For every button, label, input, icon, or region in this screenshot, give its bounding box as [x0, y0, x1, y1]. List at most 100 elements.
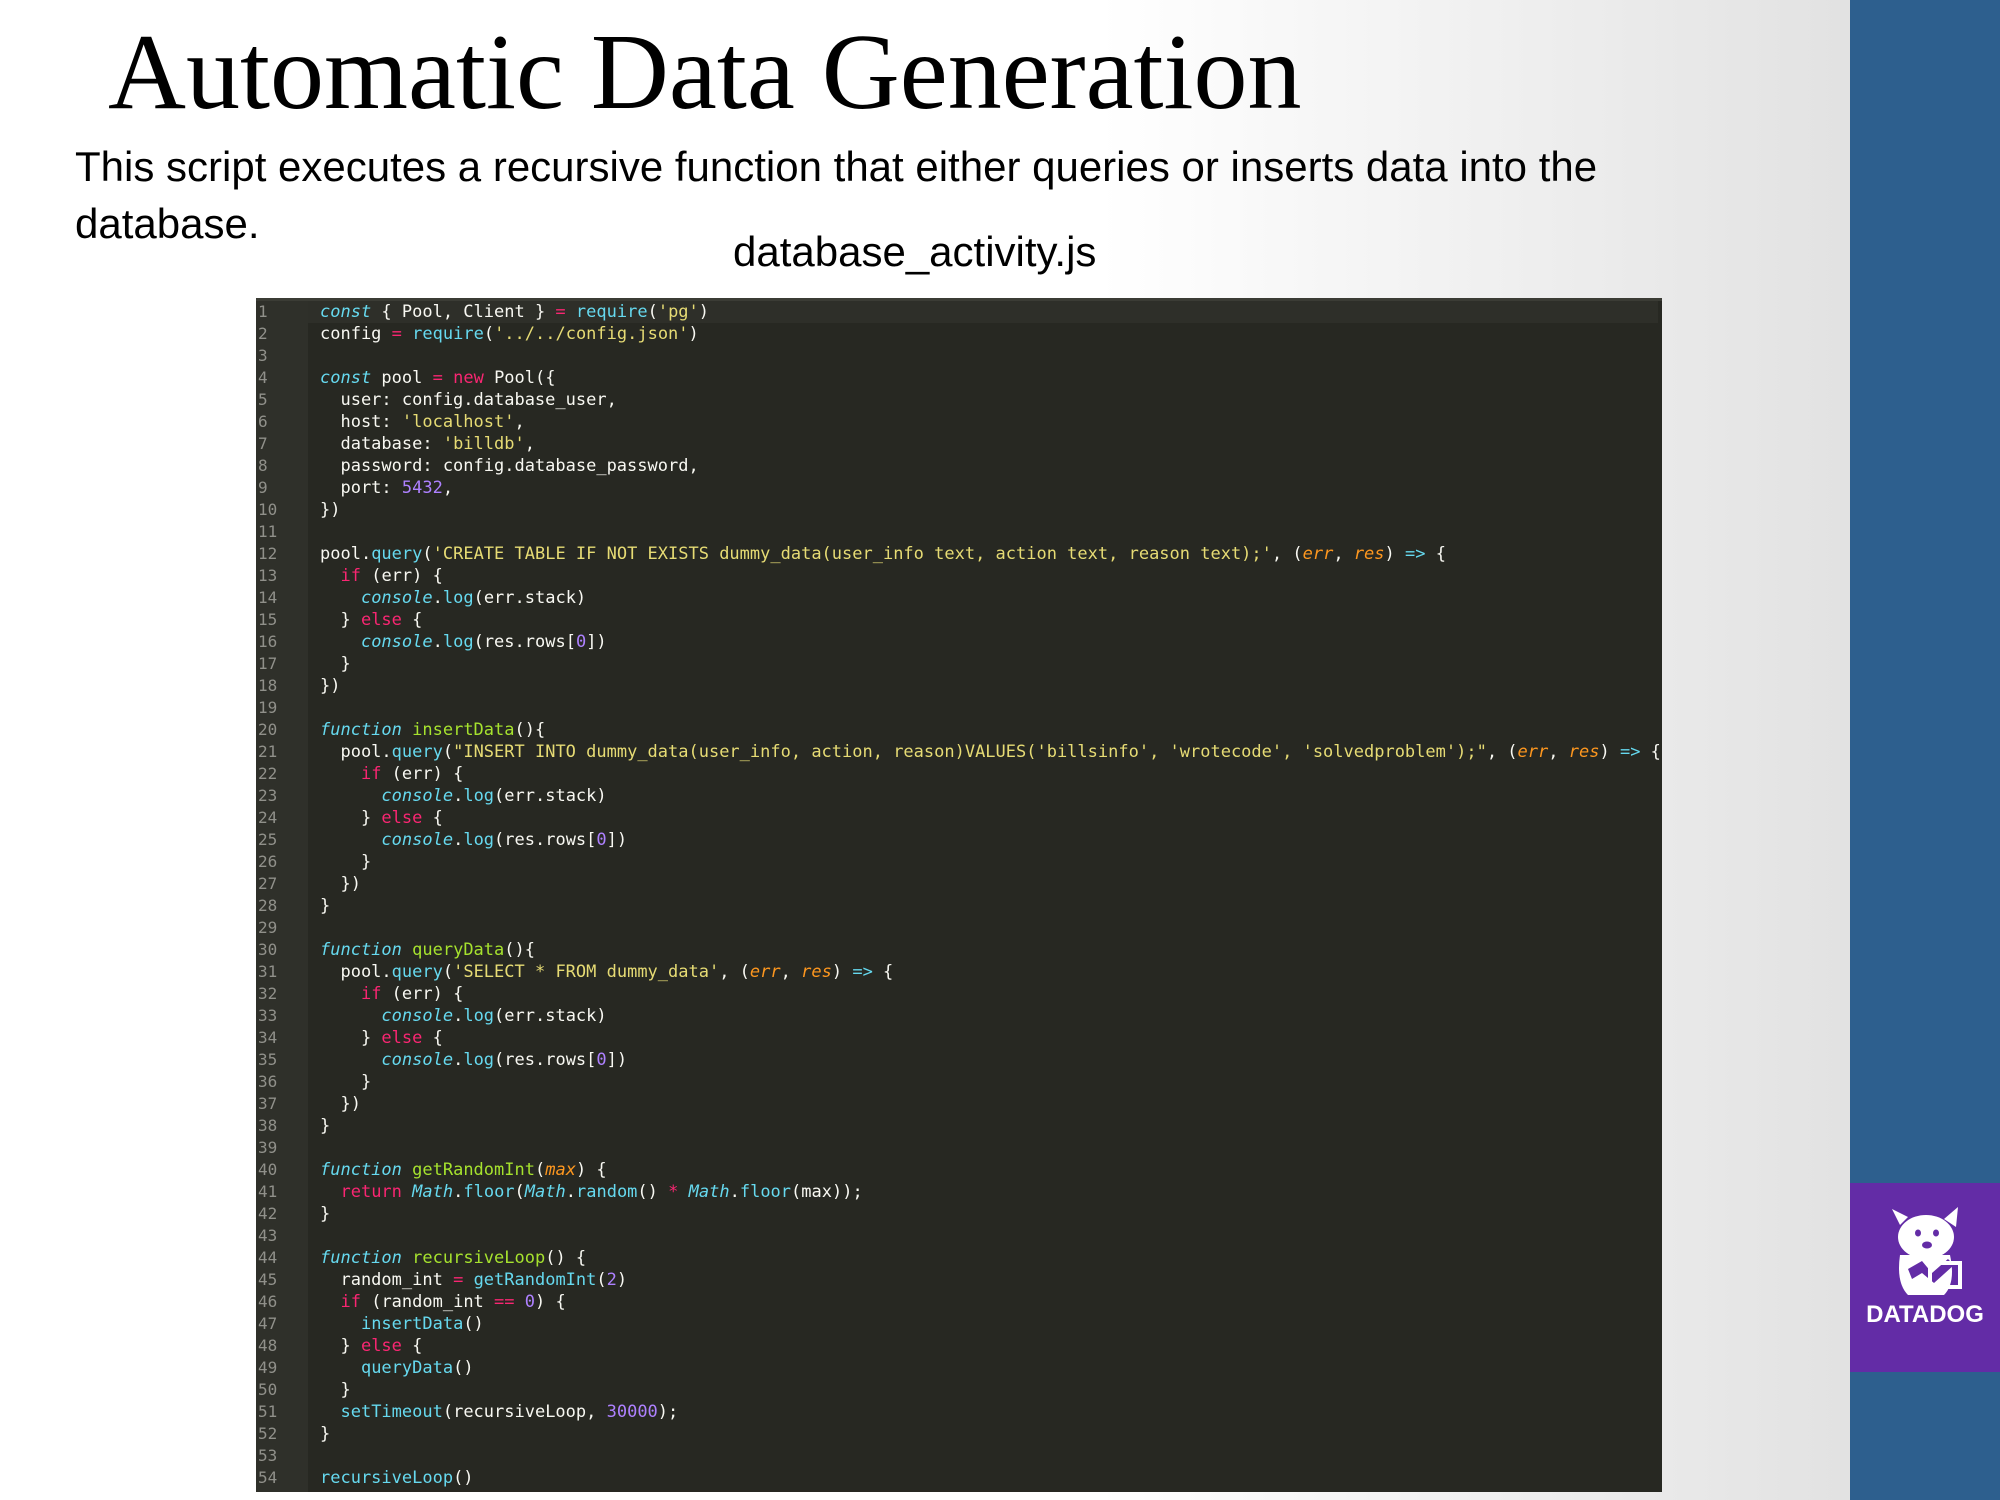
code-line: 12 pool.query('CREATE TABLE IF NOT EXISTS…: [256, 543, 1662, 565]
code-token: ,: [514, 412, 525, 432]
code-token: floor: [739, 1182, 792, 1202]
code-token: {: [422, 1028, 443, 1048]
code-line: 6 host: 'localhost',: [256, 411, 1662, 433]
code-token: (err.stack): [494, 1006, 607, 1026]
code-token: port:: [320, 478, 402, 498]
code-line: 21 pool.query("INSERT INTO dummy_data(us…: [256, 741, 1662, 763]
code-token: if: [340, 1292, 361, 1312]
line-number: 28: [258, 896, 278, 915]
code-token: }: [320, 1028, 382, 1048]
line-number: 40: [258, 1160, 278, 1179]
line-number: 17: [258, 654, 278, 673]
code-token: 2: [606, 1270, 617, 1290]
code-text: function insertData(){: [320, 719, 545, 741]
line-number: 36: [258, 1072, 278, 1091]
code-line: 36 }: [256, 1071, 1662, 1093]
code-text: }: [320, 1423, 330, 1445]
code-token: config: [320, 324, 392, 344]
code-token: .: [729, 1182, 740, 1202]
code-token: (err) {: [381, 764, 464, 784]
code-token: host:: [320, 412, 402, 432]
code-token: pool.: [320, 742, 392, 762]
code-text: if (err) {: [320, 763, 463, 785]
line-number: 37: [258, 1094, 278, 1113]
code-text: }: [320, 1379, 350, 1401]
code-token: =: [391, 324, 402, 344]
code-token: "INSERT INTO dummy_data(user_info, actio…: [453, 742, 1487, 762]
code-token: {: [422, 808, 443, 828]
code-text: config = require('../../config.json'): [320, 323, 699, 345]
code-token: const: [320, 302, 372, 322]
code-line: 10}): [256, 499, 1662, 521]
code-line: 54 recursiveLoop(): [256, 1467, 1662, 1489]
code-token: }: [320, 852, 372, 872]
code-token: ,: [442, 478, 454, 498]
code-token: console: [360, 632, 433, 652]
code-lines: 1 const { Pool, Client } = require('pg') 2…: [256, 301, 1662, 1489]
code-token: if: [340, 566, 361, 586]
code-line: 18}): [256, 675, 1662, 697]
code-token: ]): [606, 830, 628, 850]
code-token: =>: [1405, 544, 1426, 564]
line-number: 4: [258, 368, 268, 387]
line-number: 48: [258, 1336, 278, 1355]
code-token: res: [1353, 544, 1385, 564]
code-token: (err.stack): [473, 588, 587, 608]
code-filename: database_activity.js: [733, 228, 1097, 275]
code-text: pool.query('SELECT * FROM dummy_data', (…: [320, 961, 893, 983]
code-token: '../../config.json': [494, 324, 689, 344]
code-text: function recursiveLoop() {: [320, 1247, 586, 1269]
code-token: ) {: [535, 1292, 566, 1312]
line-number: 8: [258, 456, 268, 475]
code-token: }: [320, 1424, 331, 1444]
code-token: , (: [719, 962, 750, 982]
code-token: (: [442, 962, 454, 982]
code-text: }): [320, 675, 340, 697]
code-text: pool.query("INSERT INTO dummy_data(user_…: [320, 741, 1660, 763]
code-text: return Math.floor(Math.random() * Math.f…: [320, 1181, 862, 1203]
code-token: (err) {: [360, 566, 443, 586]
line-number: 46: [258, 1292, 278, 1311]
code-text: }: [320, 1071, 371, 1093]
code-token: (: [647, 302, 658, 322]
line-number: 1: [258, 302, 268, 321]
code-line: 45 random_int = getRandomInt(2): [256, 1269, 1662, 1291]
code-token: }: [320, 654, 351, 674]
code-token: function: [320, 1248, 402, 1268]
code-token: ): [688, 324, 699, 344]
code-token: ): [1384, 544, 1406, 564]
code-text: }: [320, 653, 351, 675]
code-text: }: [320, 1203, 330, 1225]
code-token: .: [432, 588, 443, 608]
code-text: const { Pool, Client } = require('pg'): [320, 301, 709, 323]
code-line: 13 if (err) {: [256, 565, 1662, 587]
code-text: }: [320, 1115, 330, 1137]
line-number: 21: [258, 742, 278, 761]
code-text: user: config.database_user,: [320, 389, 616, 411]
code-token: (): [453, 1468, 474, 1488]
line-number: 26: [258, 852, 278, 871]
code-token: 5432: [401, 478, 443, 498]
code-line: 17 }: [256, 653, 1662, 675]
code-token: else: [381, 808, 423, 828]
code-line: 7 database: 'billdb',: [256, 433, 1662, 455]
code-line: 3: [256, 345, 1662, 367]
code-text: port: 5432,: [320, 477, 453, 499]
code-token: console: [381, 1006, 454, 1026]
code-token: () {: [545, 1248, 587, 1268]
code-line: 31 pool.query('SELECT * FROM dummy_data'…: [256, 961, 1662, 983]
line-number: 27: [258, 874, 278, 893]
code-token: 'billdb': [442, 434, 525, 454]
code-token: 0: [575, 632, 587, 652]
code-line: 48 } else {: [256, 1335, 1662, 1357]
code-token: .: [565, 1182, 576, 1202]
code-token: (: [422, 544, 433, 564]
code-token: 30000: [606, 1402, 658, 1422]
